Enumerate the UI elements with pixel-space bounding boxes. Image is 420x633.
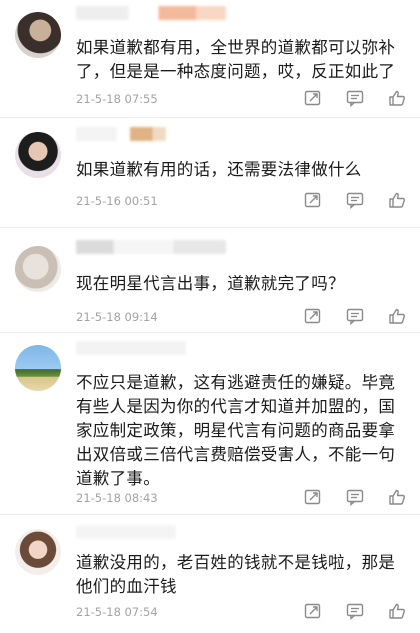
comment-timestamp: 21-5-18 09:14	[76, 310, 158, 324]
share-icon[interactable]	[304, 602, 322, 620]
comment-text: 现在明星代言出事，道歉就完了吗？	[76, 274, 345, 293]
comment-item: 如果道歉都有用，全世界的道歉都可以弥补了，但是是一种态度问题，哎，反正如此了 2…	[0, 0, 420, 118]
avatar[interactable]	[15, 12, 61, 58]
comment-timestamp: 21-5-18 08:43	[76, 491, 158, 505]
username-blurred	[76, 525, 176, 539]
comment-text: 道歉没用的，老百姓的钱就不是钱啦，那是他们的血汗钱	[76, 553, 396, 596]
comment-text: 如果道歉都有用，全世界的道歉都可以弥补了，但是是一种态度问题，哎，反正如此了	[76, 38, 396, 81]
like-icon[interactable]	[388, 602, 406, 620]
comment-icon[interactable]	[346, 191, 364, 209]
comment-icon[interactable]	[346, 488, 364, 506]
comment-text: 不应只是道歉，这有逃避责任的嫌疑。毕竟有些人是因为你的代言才知道并加盟的，国家应…	[76, 373, 396, 488]
username-blurred	[76, 6, 226, 20]
comment-timestamp: 21-5-18 07:55	[76, 92, 158, 106]
username-blurred	[76, 341, 186, 355]
share-icon[interactable]	[304, 191, 322, 209]
comment-feed: 如果道歉都有用，全世界的道歉都可以弥补了，但是是一种态度问题，哎，反正如此了 2…	[0, 0, 420, 633]
comment-actions	[304, 602, 406, 620]
username-blurred	[76, 240, 226, 254]
comment-timestamp: 21-5-18 07:54	[76, 605, 158, 619]
comment-actions	[304, 488, 406, 506]
comment-timestamp: 21-5-16 00:51	[76, 194, 158, 208]
comment-item: 现在明星代言出事，道歉就完了吗？ 21-5-18 09:14	[0, 228, 420, 333]
comment-icon[interactable]	[346, 602, 364, 620]
comment-actions	[304, 89, 406, 107]
like-icon[interactable]	[388, 191, 406, 209]
like-icon[interactable]	[388, 488, 406, 506]
comment-item: 不应只是道歉，这有逃避责任的嫌疑。毕竟有些人是因为你的代言才知道并加盟的，国家应…	[0, 333, 420, 515]
comment-actions	[304, 191, 406, 209]
username-blurred	[76, 127, 166, 141]
comment-item: 道歉没用的，老百姓的钱就不是钱啦，那是他们的血汗钱 21-5-18 07:54	[0, 515, 420, 633]
avatar[interactable]	[15, 529, 61, 575]
share-icon[interactable]	[304, 307, 322, 325]
avatar[interactable]	[15, 345, 61, 391]
share-icon[interactable]	[304, 89, 322, 107]
like-icon[interactable]	[388, 307, 406, 325]
avatar[interactable]	[15, 132, 61, 178]
comment-actions	[304, 307, 406, 325]
comment-text: 如果道歉有用的话，还需要法律做什么	[76, 160, 362, 179]
comment-icon[interactable]	[346, 307, 364, 325]
comment-item: 如果道歉有用的话，还需要法律做什么 21-5-16 00:51	[0, 118, 420, 228]
avatar[interactable]	[15, 246, 61, 292]
share-icon[interactable]	[304, 488, 322, 506]
comment-icon[interactable]	[346, 89, 364, 107]
like-icon[interactable]	[388, 89, 406, 107]
